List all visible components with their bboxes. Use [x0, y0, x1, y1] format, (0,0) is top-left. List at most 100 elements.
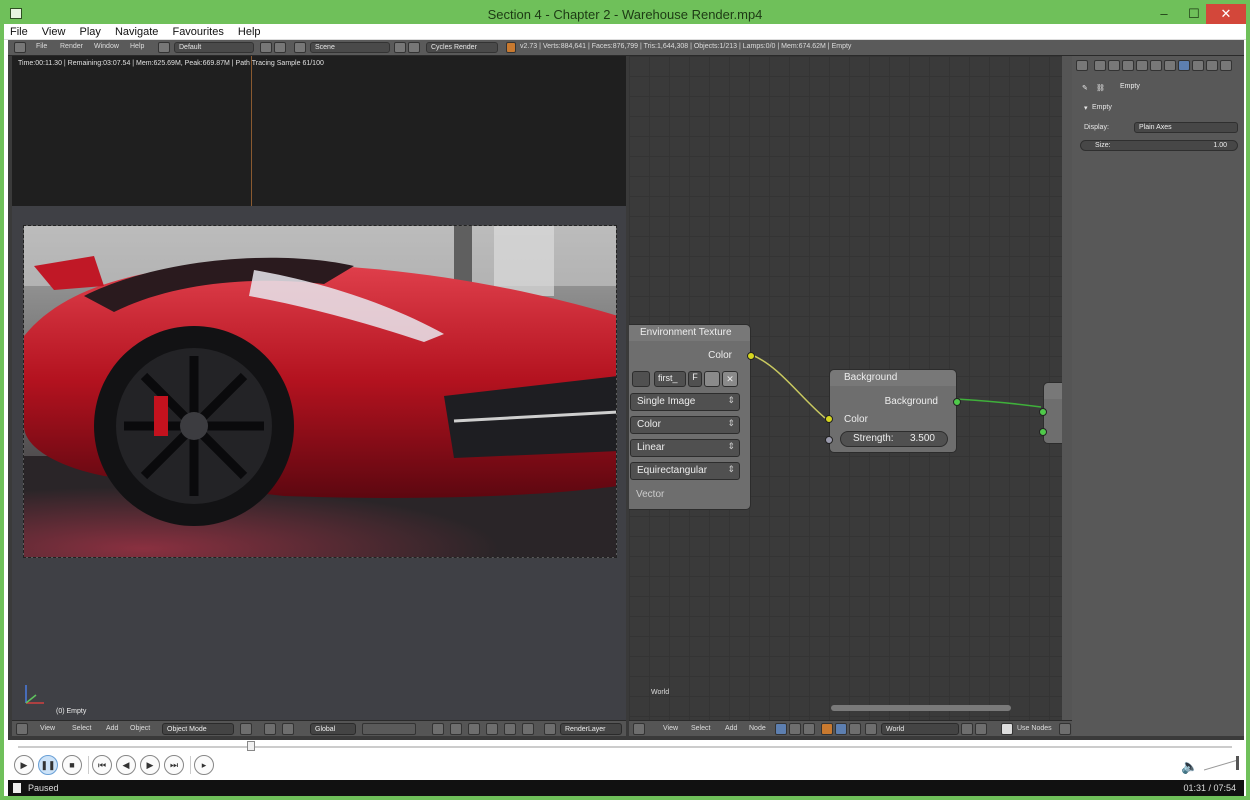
seek-bar[interactable]: [8, 740, 1244, 752]
context-pin-icon[interactable]: ✎: [1082, 84, 1088, 92]
rewind-button[interactable]: ◀: [116, 755, 136, 775]
image-open-icon[interactable]: [704, 371, 720, 387]
scene-remove-icon[interactable]: [408, 42, 420, 53]
background-node[interactable]: Background Background Color Strength: 3.…: [825, 369, 961, 453]
shader-type-world-icon[interactable]: [789, 723, 801, 735]
image-unlink-icon[interactable]: ✕: [722, 371, 738, 387]
editor-type-icon[interactable]: [14, 42, 26, 53]
layout-field[interactable]: Default: [174, 42, 254, 53]
menu-help[interactable]: Help: [232, 24, 266, 38]
world-icon[interactable]: [865, 723, 877, 735]
stop-button[interactable]: ■: [62, 755, 82, 775]
snap-element-icon[interactable]: [486, 723, 498, 735]
play-button[interactable]: ▶: [14, 755, 34, 775]
blender-menu-render[interactable]: Render: [60, 43, 83, 50]
blender-menu-help[interactable]: Help: [130, 43, 144, 50]
previous-button[interactable]: ⏮: [92, 755, 112, 775]
env-color-output-socket[interactable]: [747, 352, 755, 360]
layout-add-icon[interactable]: [260, 42, 272, 53]
strength-field[interactable]: Strength: 3.500: [840, 431, 948, 447]
volume-slider[interactable]: [1204, 756, 1242, 772]
editor-type-icon[interactable]: [16, 723, 28, 735]
size-field[interactable]: Size: 1.00: [1080, 140, 1238, 151]
editor-type-icon[interactable]: [1076, 60, 1088, 71]
scene-field[interactable]: Scene: [310, 42, 390, 53]
render-layer-node-icon[interactable]: [821, 723, 833, 735]
texture-node-icon[interactable]: [835, 723, 847, 735]
render-layer-select[interactable]: RenderLayer: [560, 723, 622, 735]
seek-track[interactable]: [18, 746, 1232, 748]
world-add-icon[interactable]: [975, 723, 987, 735]
menu-view[interactable]: View: [36, 24, 71, 38]
blender-menu-file[interactable]: File: [36, 43, 47, 50]
compositing-node-icon[interactable]: [849, 723, 861, 735]
snap-target-icon[interactable]: [468, 723, 480, 735]
proportional-edit-icon[interactable]: [432, 723, 444, 735]
world-output-node[interactable]: [1039, 382, 1062, 444]
properties-editor[interactable]: ✎ ⛓ Empty ▾ Empty Display: Plain Axes Si…: [1072, 56, 1244, 736]
blender-menu-window[interactable]: Window: [94, 43, 119, 50]
background-node-title[interactable]: Background: [830, 370, 956, 386]
menu-file[interactable]: File: [4, 24, 33, 38]
object-data-tab-icon[interactable]: [1178, 60, 1190, 71]
world-select[interactable]: World: [881, 723, 959, 735]
node-menu-node[interactable]: Node: [749, 725, 766, 732]
world-output-node-title[interactable]: [1044, 383, 1062, 399]
viewport-menu-select[interactable]: Select: [72, 725, 91, 732]
world-fake-user-icon[interactable]: [961, 723, 973, 735]
minimize-button[interactable]: –: [1150, 4, 1178, 24]
environment-texture-node[interactable]: Environment Texture Color first_ F ✕ Sin…: [629, 324, 755, 510]
background-output-socket[interactable]: [953, 398, 961, 406]
layout-remove-icon[interactable]: [274, 42, 286, 53]
image-browse-icon[interactable]: [632, 371, 650, 387]
env-node-title[interactable]: Environment Texture: [629, 325, 750, 341]
video-frame[interactable]: File Render Window Help Default Scene Cy…: [8, 40, 1244, 740]
scene-icon[interactable]: [294, 42, 306, 53]
layout-icon[interactable]: [158, 42, 170, 53]
shading-icon[interactable]: [240, 723, 252, 735]
render-icon[interactable]: [504, 723, 516, 735]
menu-favourites[interactable]: Favourites: [166, 24, 228, 38]
constraints-tab-icon[interactable]: [1164, 60, 1176, 71]
shader-type-object-icon[interactable]: [775, 723, 787, 735]
strength-input-socket[interactable]: [825, 436, 833, 444]
use-nodes-checkbox[interactable]: [1001, 723, 1013, 735]
image-name-field[interactable]: first_: [654, 371, 686, 387]
texture-tab-icon[interactable]: [1220, 60, 1232, 71]
menu-play[interactable]: Play: [74, 24, 106, 38]
pivot-icon[interactable]: [264, 723, 276, 735]
orientation-select[interactable]: Global: [310, 723, 356, 735]
node-menu-view[interactable]: View: [663, 725, 678, 732]
mode-select[interactable]: Object Mode: [162, 723, 234, 735]
snap-icon[interactable]: [450, 723, 462, 735]
surface-input-socket[interactable]: [1039, 408, 1047, 416]
projection-select[interactable]: Equirectangular ⇕: [630, 462, 740, 480]
maximize-button[interactable]: ☐: [1180, 4, 1208, 24]
object-tab-icon[interactable]: [1150, 60, 1162, 71]
projection-source-select[interactable]: Single Image ⇕: [630, 393, 740, 411]
interpolation-select[interactable]: Linear ⇕: [630, 439, 740, 457]
viewport-menu-object[interactable]: Object: [130, 725, 150, 732]
particles-tab-icon[interactable]: [1206, 60, 1218, 71]
volume-icon[interactable]: 🔈: [1181, 758, 1198, 775]
layers-tab-icon[interactable]: [1108, 60, 1120, 71]
empty-panel-title[interactable]: Empty: [1092, 104, 1112, 111]
fast-forward-button[interactable]: ▶: [140, 755, 160, 775]
frame-step-button[interactable]: ▸: [194, 755, 214, 775]
pause-button[interactable]: ❚❚: [38, 755, 58, 775]
display-select[interactable]: Plain Axes: [1134, 122, 1238, 133]
3d-viewport[interactable]: Time:00:11.30 | Remaining:03:07.54 | Mem…: [12, 56, 626, 720]
manipulator-icon[interactable]: [282, 723, 294, 735]
scene-tab-icon[interactable]: [1122, 60, 1134, 71]
menu-navigate[interactable]: Navigate: [109, 24, 163, 38]
physics-tab-icon[interactable]: [1192, 60, 1204, 71]
shader-type-line-icon[interactable]: [803, 723, 815, 735]
color-space-select[interactable]: Color ⇕: [630, 416, 740, 434]
area-divider[interactable]: [1062, 56, 1072, 720]
viewport-menu-view[interactable]: View: [40, 725, 55, 732]
render-engine-select[interactable]: Cycles Render: [426, 42, 498, 53]
anim-render-icon[interactable]: [522, 723, 534, 735]
render-layer-icon[interactable]: [544, 723, 556, 735]
close-button[interactable]: ✕: [1206, 4, 1246, 24]
background-color-input-socket[interactable]: [825, 415, 833, 423]
